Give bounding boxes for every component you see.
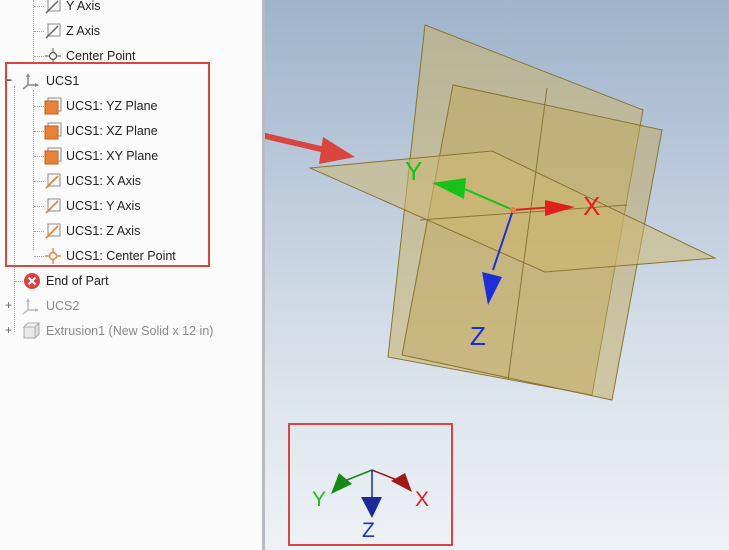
- z-axis-label: Z: [470, 321, 486, 351]
- tree-connector: [34, 56, 44, 57]
- tree-connector: [15, 281, 23, 282]
- callout-arrow-head: [319, 137, 355, 164]
- tree-item-label: Y Axis: [66, 0, 101, 13]
- y-axis-label: Y: [405, 156, 422, 186]
- axis-icon: [45, 23, 61, 39]
- callout-arrow-line: [265, 132, 328, 153]
- tree-item-label: Extrusion1 (New Solid x 12 in): [46, 324, 214, 338]
- highlight-box-tree: [5, 62, 210, 267]
- extrusion-icon: [22, 322, 40, 340]
- x-axis-label: X: [583, 191, 600, 221]
- tree-item-label: Z Axis: [66, 24, 101, 38]
- highlight-box-triad: [288, 423, 453, 546]
- tree-connector: [34, 6, 44, 7]
- tree-item-label: UCS2: [46, 299, 80, 313]
- ucs-origin: [510, 207, 516, 213]
- tree-item-label: End of Part: [46, 274, 109, 288]
- end-of-part-icon: [24, 273, 40, 289]
- ucs-icon: [22, 298, 39, 315]
- tree-connector: [34, 31, 44, 32]
- expand-toggle[interactable]: +: [4, 324, 13, 336]
- model-browser-tree: Y Axis Z Axis Center Point − UCS1 UCS1: …: [0, 0, 262, 550]
- expand-toggle[interactable]: +: [4, 299, 13, 311]
- axis-icon: [45, 0, 61, 14]
